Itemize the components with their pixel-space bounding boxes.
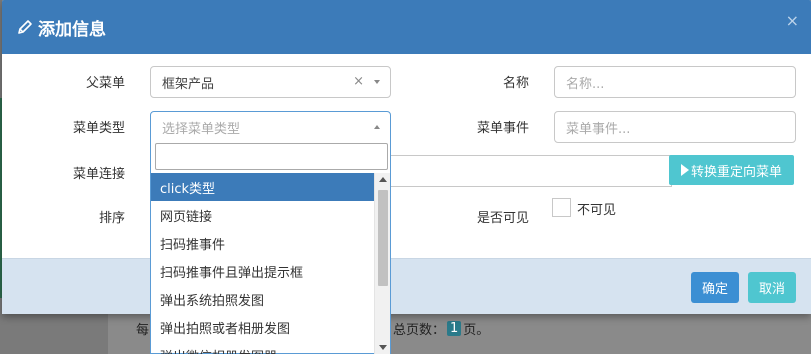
chevron-down-icon bbox=[374, 80, 380, 84]
not-visible-checkbox-label: 不可见 bbox=[577, 203, 617, 218]
menu-type-dropdown: click类型 网页链接 扫码推事件 扫码推事件且弹出提示框 弹出系统拍照发图 … bbox=[150, 138, 391, 354]
menu-type-label: 菜单类型 bbox=[72, 121, 125, 136]
menu-type-placeholder: 选择菜单类型 bbox=[162, 121, 241, 137]
convert-redirect-menu-label: 转换重定向菜单 bbox=[690, 164, 782, 180]
cancel-button[interactable]: 取消 bbox=[748, 272, 796, 303]
scroll-down-arrow-icon[interactable] bbox=[379, 345, 387, 350]
background-page-unit: 页。 bbox=[463, 323, 490, 338]
modal-footer: 确定 取消 bbox=[2, 258, 811, 314]
scroll-up-arrow-icon[interactable] bbox=[379, 177, 387, 182]
parent-menu-select[interactable]: 框架产品 × bbox=[150, 66, 391, 98]
dropdown-option[interactable]: 扫码推事件 bbox=[151, 229, 374, 257]
dropdown-search-input[interactable] bbox=[155, 143, 388, 170]
menu-event-label: 菜单事件 bbox=[476, 121, 529, 136]
confirm-button[interactable]: 确定 bbox=[691, 272, 739, 303]
convert-redirect-menu-button[interactable]: 转换重定向菜单 bbox=[669, 155, 794, 185]
modal-body: 父菜单 框架产品 × 名称 名称... 菜单类型 选择菜单类型 菜单事件 菜单事… bbox=[2, 54, 811, 258]
parent-menu-label: 父菜单 bbox=[85, 76, 125, 91]
dropdown-option[interactable]: 弹出微信相册发图器 bbox=[151, 341, 374, 354]
pencil-icon bbox=[16, 18, 34, 36]
dropdown-options-list: click类型 网页链接 扫码推事件 扫码推事件且弹出提示框 弹出系统拍照发图 … bbox=[151, 173, 374, 354]
play-icon bbox=[680, 164, 689, 176]
dropdown-option[interactable]: 弹出系统拍照发图 bbox=[151, 285, 374, 313]
scrollbar-thumb[interactable] bbox=[378, 190, 388, 286]
close-icon[interactable]: × bbox=[786, 11, 799, 30]
sort-label: 排序 bbox=[98, 211, 125, 226]
background-pagination-prefix: 每 bbox=[136, 323, 150, 338]
modal-header: 添加信息 × bbox=[2, 0, 811, 54]
menu-event-input[interactable]: 菜单事件... bbox=[554, 111, 796, 143]
visible-label: 是否可见 bbox=[476, 211, 529, 226]
menu-link-label: 菜单连接 bbox=[72, 167, 125, 182]
background-pagination-info: ，总页数： 1 页。 bbox=[380, 319, 489, 338]
parent-menu-value: 框架产品 bbox=[162, 76, 215, 92]
dropdown-option[interactable]: 弹出拍照或者相册发图 bbox=[151, 313, 374, 341]
name-label: 名称 bbox=[502, 76, 529, 91]
clear-selection-icon[interactable]: × bbox=[353, 74, 364, 89]
dropdown-option[interactable]: click类型 bbox=[151, 173, 374, 201]
background-page-count: 1 bbox=[447, 321, 462, 336]
not-visible-checkbox[interactable] bbox=[552, 198, 571, 217]
dropdown-scrollbar[interactable] bbox=[374, 173, 390, 354]
name-input[interactable]: 名称... bbox=[554, 66, 796, 98]
modal-title: 添加信息 bbox=[38, 19, 106, 40]
add-info-modal: 添加信息 × 父菜单 框架产品 × 名称 名称... 菜单类型 选择菜单类型 菜… bbox=[2, 0, 811, 314]
chevron-up-icon bbox=[374, 125, 380, 129]
dropdown-option[interactable]: 网页链接 bbox=[151, 201, 374, 229]
dropdown-option[interactable]: 扫码推事件且弹出提示框 bbox=[151, 257, 374, 285]
